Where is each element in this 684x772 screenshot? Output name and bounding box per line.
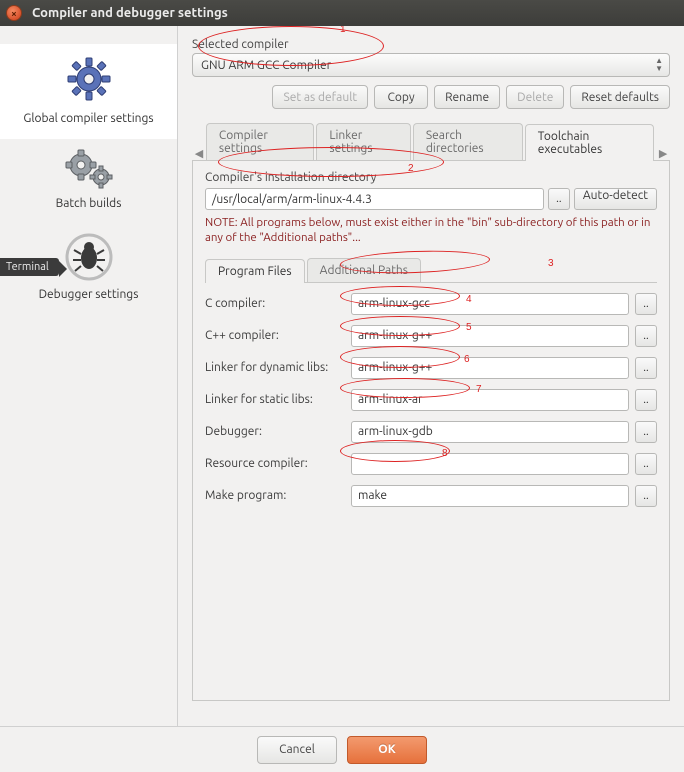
linker-static-browse-button[interactable]: ..	[635, 389, 657, 411]
row-debugger: Debugger: arm-linux-gdb ..	[205, 421, 657, 443]
sidebar-item-label: Global compiler settings	[23, 112, 153, 125]
make-browse-button[interactable]: ..	[635, 485, 657, 507]
make-value: make	[358, 489, 387, 502]
make-input[interactable]: make	[351, 485, 629, 507]
dialog-footer: Cancel OK	[0, 726, 684, 772]
cpp-compiler-input[interactable]: arm-linux-g++	[351, 325, 629, 347]
sidebar-item-batch-builds[interactable]: Batch builds	[0, 139, 177, 224]
row-cpp-compiler: C++ compiler: arm-linux-g++ ..	[205, 325, 657, 347]
reset-defaults-button[interactable]: Reset defaults	[570, 85, 670, 109]
cancel-button[interactable]: Cancel	[257, 736, 337, 764]
tab-compiler-settings[interactable]: Compiler settings	[206, 123, 314, 160]
debugger-input[interactable]: arm-linux-gdb	[351, 421, 629, 443]
install-dir-value: /usr/local/arm/arm-linux-4.4.3	[212, 193, 372, 206]
annotation-1: 1	[340, 26, 346, 35]
chevron-updown-icon: ▲▼	[655, 57, 663, 73]
tab-search-directories[interactable]: Search directories	[413, 123, 523, 160]
main-panel: Selected compiler GNU ARM GCC Compiler ▲…	[178, 26, 684, 726]
row-make: Make program: make ..	[205, 485, 657, 507]
terminal-tag: Terminal	[0, 258, 59, 276]
row-linker-dynamic: Linker for dynamic libs: arm-linux-g++ .…	[205, 357, 657, 379]
window-title: Compiler and debugger settings	[32, 6, 228, 20]
cpp-compiler-label: C++ compiler:	[205, 329, 345, 342]
linker-static-value: arm-linux-ar	[358, 393, 423, 406]
selected-compiler-combo[interactable]: GNU ARM GCC Compiler ▲▼	[192, 53, 670, 77]
install-dir-note: NOTE: All programs below, must exist eit…	[205, 216, 657, 246]
sidebar-item-global-compiler[interactable]: Global compiler settings	[0, 44, 177, 139]
copy-button[interactable]: Copy	[374, 85, 428, 109]
linker-dyn-browse-button[interactable]: ..	[635, 357, 657, 379]
toolchain-panel: Compiler's installation directory /usr/l…	[192, 161, 670, 701]
cpp-compiler-browse-button[interactable]: ..	[635, 325, 657, 347]
tab-scroll-right-icon[interactable]: ▶	[656, 147, 670, 160]
tab-linker-settings[interactable]: Linker settings	[316, 123, 411, 160]
row-c-compiler: C compiler: arm-linux-gcc ..	[205, 293, 657, 315]
c-compiler-label: C compiler:	[205, 297, 345, 310]
install-dir-label: Compiler's installation directory	[205, 171, 657, 184]
debugger-value: arm-linux-gdb	[358, 425, 433, 438]
sub-tabs: Program Files Additional Paths	[205, 258, 657, 283]
auto-detect-button[interactable]: Auto-detect	[574, 188, 657, 210]
combo-value: GNU ARM GCC Compiler	[201, 59, 331, 72]
sidebar-item-label: Batch builds	[56, 197, 122, 210]
linker-dyn-input[interactable]: arm-linux-g++	[351, 357, 629, 379]
delete-button[interactable]: Delete	[506, 85, 564, 109]
close-icon[interactable]: ×	[6, 5, 22, 21]
compiler-button-row: Set as default Copy Rename Delete Reset …	[192, 85, 670, 109]
set-default-button[interactable]: Set as default	[272, 85, 368, 109]
c-compiler-browse-button[interactable]: ..	[635, 293, 657, 315]
selected-compiler-label: Selected compiler	[192, 38, 670, 51]
sidebar-item-label: Debugger settings	[39, 288, 139, 301]
tab-toolchain-executables[interactable]: Toolchain executables	[525, 124, 654, 161]
main-tabs: ◀ Compiler settings Linker settings Sear…	[192, 123, 670, 161]
install-dir-browse-button[interactable]: ..	[548, 188, 570, 210]
c-compiler-value: arm-linux-gcc	[358, 297, 430, 310]
rescomp-label: Resource compiler:	[205, 457, 345, 470]
row-resource-compiler: Resource compiler: ..	[205, 453, 657, 475]
gear-icon	[4, 52, 173, 106]
rescomp-input[interactable]	[351, 453, 629, 475]
dialog-body: Terminal	[0, 26, 684, 726]
linker-static-label: Linker for static libs:	[205, 393, 345, 406]
linker-dyn-value: arm-linux-g++	[358, 361, 432, 374]
tab-scroll-left-icon[interactable]: ◀	[192, 147, 206, 160]
sidebar: Global compiler settings	[0, 26, 178, 726]
gears-icon	[4, 147, 173, 191]
debugger-browse-button[interactable]: ..	[635, 421, 657, 443]
linker-static-input[interactable]: arm-linux-ar	[351, 389, 629, 411]
make-label: Make program:	[205, 489, 345, 502]
terminal-label: Terminal	[6, 261, 49, 273]
tab-additional-paths[interactable]: Additional Paths	[307, 258, 421, 282]
window-titlebar: × Compiler and debugger settings	[0, 0, 684, 26]
tab-program-files[interactable]: Program Files	[205, 259, 305, 283]
ok-button[interactable]: OK	[347, 736, 427, 764]
install-dir-input[interactable]: /usr/local/arm/arm-linux-4.4.3	[205, 188, 544, 210]
c-compiler-input[interactable]: arm-linux-gcc	[351, 293, 629, 315]
rename-button[interactable]: Rename	[434, 85, 500, 109]
cpp-compiler-value: arm-linux-g++	[358, 329, 432, 342]
debugger-label: Debugger:	[205, 425, 345, 438]
linker-dyn-label: Linker for dynamic libs:	[205, 361, 345, 374]
rescomp-browse-button[interactable]: ..	[635, 453, 657, 475]
dialog: Terminal	[0, 26, 684, 772]
row-linker-static: Linker for static libs: arm-linux-ar ..	[205, 389, 657, 411]
